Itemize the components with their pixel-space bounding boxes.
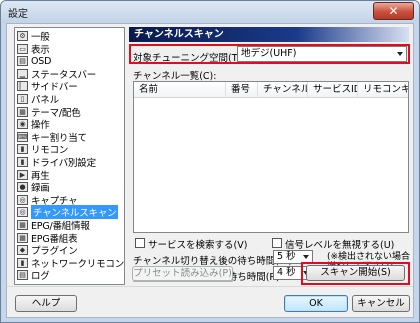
tree-item[interactable]: ⚙ 一般 xyxy=(17,30,123,43)
channel-list-label: チャンネル一覧(C): xyxy=(133,71,217,82)
column-service-id[interactable]: サービスID xyxy=(308,82,358,98)
tree-item[interactable]: ▮ ドライバ別設定 xyxy=(17,156,123,169)
monitor-icon: ▭ xyxy=(17,43,28,54)
title-bar[interactable]: 設定 ✕ xyxy=(1,1,419,23)
tree-item[interactable]: ▦ テーマ/配色 xyxy=(17,106,123,119)
operation-icon: ◉ xyxy=(17,119,28,130)
epg-icon: ▦ xyxy=(17,220,28,230)
settings-dialog: 設定 ✕ ⚙ 一般 ▭ 表示 ▤ OSD ▁ ステータスバー ▏ サイドバー ▯ パネル ▦ テーマ/配色… xyxy=(0,0,420,323)
keyboard-icon: ⌨ xyxy=(17,131,29,142)
column-channel[interactable]: チャンネル xyxy=(258,82,308,98)
tree-item[interactable]: ▦ EPG/番組情報 xyxy=(17,219,123,232)
tree-item[interactable]: ● 録画 xyxy=(17,181,123,194)
tree-item[interactable]: ▭ 表示 xyxy=(17,43,123,56)
tree-item[interactable]: ▦ EPG番組表 xyxy=(17,232,123,245)
tree-item[interactable]: ▁ ステータスバー xyxy=(17,68,123,81)
page-title: チャンネルスキャン xyxy=(129,27,409,42)
settings-tree[interactable]: ⚙ 一般 ▭ 表示 ▤ OSD ▁ ステータスバー ▏ サイドバー ▯ パネル ▦ テーマ/配色 ◉ 操作 ⌨ キ… xyxy=(14,27,125,285)
plugin-icon: ◆ xyxy=(17,245,28,256)
statusbar-icon: ▁ xyxy=(17,68,28,79)
chevron-down-icon xyxy=(303,255,309,259)
ignore-signal-checkbox[interactable] xyxy=(272,238,282,248)
play-icon: ▶ xyxy=(17,169,28,180)
panel-icon: ▯ xyxy=(17,94,28,104)
log-icon: ▤ xyxy=(17,270,28,281)
capture-icon: ◎ xyxy=(17,194,28,205)
sidebar-icon: ▏ xyxy=(17,81,28,92)
column-number[interactable]: 番号 xyxy=(226,82,258,98)
osd-icon: ▤ xyxy=(17,56,28,67)
tree-item[interactable]: ◎ キャプチャ xyxy=(17,194,123,207)
max-wait-value: 4 秒 xyxy=(277,267,296,278)
tree-item-label: 表示 xyxy=(31,44,50,56)
preset-load-button[interactable]: プリセット読み込み(P) xyxy=(132,266,233,281)
search-service-checkbox[interactable] xyxy=(135,238,145,248)
remote-icon: ▮ xyxy=(17,144,28,155)
tree-item[interactable]: ⌨ キー割り当て xyxy=(17,131,123,144)
record-icon: ● xyxy=(17,182,28,193)
tree-item[interactable]: ◆ プラグイン xyxy=(17,244,123,257)
cancel-button[interactable]: キャンセル xyxy=(352,295,410,312)
tree-item[interactable]: ◎ チャンネルスキャン xyxy=(17,205,123,220)
column-name[interactable]: 名前 xyxy=(134,82,226,98)
footer-divider xyxy=(7,286,413,287)
ok-button[interactable]: OK xyxy=(284,295,348,312)
scan-icon: ◎ xyxy=(17,207,28,218)
wait-time-label: チャンネル切り替え後の待ち時間(W): xyxy=(133,256,296,267)
wait-time-value: 5 秒 xyxy=(277,251,296,262)
gear-icon: ⚙ xyxy=(17,31,28,41)
tree-item[interactable]: ▶ 再生 xyxy=(17,169,123,182)
close-button[interactable]: ✕ xyxy=(373,2,414,20)
tuning-highlight-box xyxy=(129,44,410,64)
ignore-signal-label: 信号レベルを無視する(U) xyxy=(285,240,395,251)
search-service-label: サービスを検索する(V) xyxy=(148,240,248,251)
window-title: 設定 xyxy=(8,9,28,20)
network-remote-icon: ▮ xyxy=(17,257,28,268)
tree-item-label: OSD xyxy=(31,55,52,67)
help-button[interactable]: ヘルプ xyxy=(15,295,77,312)
theme-icon: ▦ xyxy=(17,106,28,117)
column-remote-key[interactable]: リモコンキー xyxy=(358,82,408,98)
epg-guide-icon: ▦ xyxy=(17,232,28,243)
tree-item[interactable]: ◉ 操作 xyxy=(17,118,123,131)
tree-item[interactable]: ▯ パネル xyxy=(17,93,123,106)
driver-icon: ▮ xyxy=(17,157,28,167)
scan-highlight-box xyxy=(301,262,410,285)
tree-item[interactable]: ▮ リモコン xyxy=(17,143,123,156)
tree-item-label: ログ xyxy=(31,271,50,283)
tree-item[interactable]: ▮ ネットワークリモコン xyxy=(17,257,124,270)
tree-item[interactable]: ▏ サイドバー xyxy=(17,80,123,93)
channel-list[interactable]: 名前 番号 チャンネル サービスID リモコンキー xyxy=(133,81,409,233)
tree-item[interactable]: ▤ ログ xyxy=(17,269,123,283)
tree-item[interactable]: ▤ OSD xyxy=(17,55,123,67)
